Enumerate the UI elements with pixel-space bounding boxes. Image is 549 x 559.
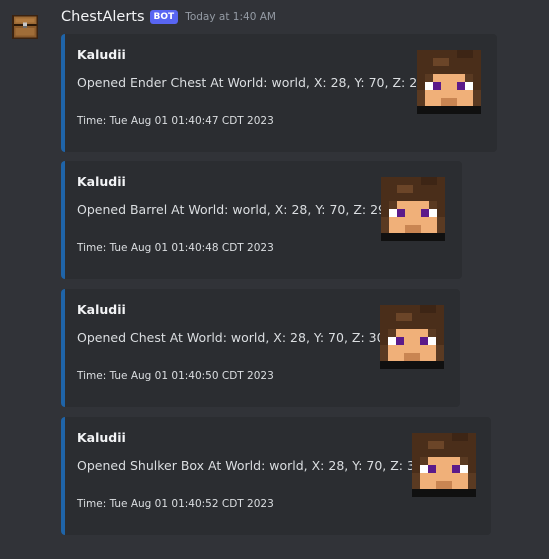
embed-card: Kaludii Opened Ender Chest At World: wor… bbox=[61, 34, 497, 152]
message-header: ChestAlerts BOT Today at 1:40 AM bbox=[61, 9, 276, 25]
embed-author: Kaludii bbox=[77, 430, 126, 445]
bot-username[interactable]: ChestAlerts bbox=[61, 9, 145, 25]
embed-footer: Time: Tue Aug 01 01:40:47 CDT 2023 bbox=[77, 115, 274, 127]
embed-thumbnail[interactable] bbox=[417, 50, 481, 114]
embed-author: Kaludii bbox=[77, 47, 126, 62]
bot-badge: BOT bbox=[149, 9, 179, 24]
embed-author: Kaludii bbox=[77, 174, 126, 189]
embed-description: Opened Ender Chest At World: world, X: 2… bbox=[77, 75, 426, 90]
embed-footer: Time: Tue Aug 01 01:40:50 CDT 2023 bbox=[77, 370, 274, 382]
message-timestamp[interactable]: Today at 1:40 AM bbox=[185, 11, 276, 23]
player-head-icon bbox=[380, 305, 444, 369]
embed-thumbnail[interactable] bbox=[412, 433, 476, 497]
embed-card: Kaludii Opened Chest At World: world, X:… bbox=[61, 289, 460, 407]
embed-author: Kaludii bbox=[77, 302, 126, 317]
chest-icon bbox=[11, 14, 39, 40]
player-head-icon bbox=[417, 50, 481, 114]
embed-card: Kaludii Opened Shulker Box At World: wor… bbox=[61, 417, 491, 535]
player-head-icon bbox=[412, 433, 476, 497]
player-head-icon bbox=[381, 177, 445, 241]
embed-footer: Time: Tue Aug 01 01:40:48 CDT 2023 bbox=[77, 242, 274, 254]
embed-thumbnail[interactable] bbox=[380, 305, 444, 369]
embed-description: Opened Barrel At World: world, X: 28, Y:… bbox=[77, 202, 386, 217]
embed-description: Opened Chest At World: world, X: 28, Y: … bbox=[77, 330, 385, 345]
embed-footer: Time: Tue Aug 01 01:40:52 CDT 2023 bbox=[77, 498, 274, 510]
message-avatar[interactable] bbox=[10, 11, 40, 41]
embed-description: Opened Shulker Box At World: world, X: 2… bbox=[77, 458, 423, 473]
embed-card: Kaludii Opened Barrel At World: world, X… bbox=[61, 161, 462, 279]
embed-thumbnail[interactable] bbox=[381, 177, 445, 241]
